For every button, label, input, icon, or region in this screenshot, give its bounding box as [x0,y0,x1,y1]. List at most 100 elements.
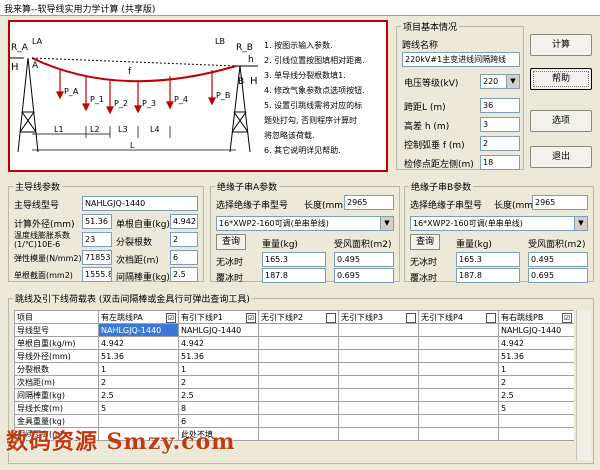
table-cell[interactable] [258,401,339,415]
table-cell[interactable]: 51.36 [498,349,574,363]
insulator-a-select[interactable]: 16*XWP2-160可调(单串单线) ▼ [216,216,394,231]
insulator-b-ice-wind[interactable]: 0.695 [528,268,588,283]
spacer-input[interactable]: 2.5 [170,267,198,282]
table-cell[interactable] [418,336,499,350]
table-cell[interactable] [418,401,499,415]
exit-button[interactable]: 退出 [530,146,592,168]
diameter-input[interactable]: 51.36 [82,214,112,229]
table-header-cell[interactable]: 无引下线P3 [338,310,419,324]
chevron-down-icon[interactable]: ▼ [380,217,393,230]
table-cell[interactable] [338,375,419,389]
table-header-cell[interactable]: 无引下线P4 [418,310,499,324]
table-header-cell[interactable]: 无引下线P2 [258,310,339,324]
table-cell[interactable]: 1 [178,362,259,376]
checkbox[interactable]: ☑ [166,312,176,323]
table-cell[interactable]: 1 [98,362,179,376]
table-cell[interactable]: 2.5 [498,388,574,402]
conductor-model-input[interactable]: NAHLGJQ-1440 [82,196,198,211]
table-cell[interactable]: 8 [178,401,259,415]
checkbox[interactable] [326,312,336,323]
insulator-a-query-button[interactable]: 查询 [216,234,246,250]
table-cell[interactable]: 2 [98,375,179,389]
span-name-input[interactable]: 220kV#1主变进线间隔跨线 [402,52,520,67]
table-cell[interactable] [338,427,419,441]
table-cell[interactable]: 2 [178,375,259,389]
check-point-input[interactable]: 18 [480,155,520,170]
split-input[interactable]: 2 [170,232,198,247]
table-cell[interactable] [258,362,339,376]
insulator-b-select[interactable]: 16*XWP2-160可调(单串单线) ▼ [410,216,588,231]
table-cell[interactable]: NAHLGJQ-1440 [98,323,179,337]
insulator-b-ice-weight[interactable]: 187.8 [456,268,520,283]
area-input[interactable]: 1555.8 [82,267,112,282]
table-cell[interactable] [498,414,574,428]
table-cell[interactable] [418,362,499,376]
height-input[interactable]: 3 [480,117,520,132]
voltage-select[interactable]: 220 ▼ [480,74,520,89]
table-cell[interactable] [418,388,499,402]
table-cell[interactable]: 51.36 [98,349,179,363]
table-cell[interactable]: NAHLGJQ-1440 [178,323,259,337]
table-cell[interactable] [418,414,499,428]
table-cell[interactable] [498,427,574,441]
table-cell[interactable] [338,336,419,350]
table-cell[interactable] [258,375,339,389]
table-cell[interactable]: 1 [498,362,574,376]
table-cell[interactable] [338,362,419,376]
table-cell[interactable] [338,323,419,337]
checkbox[interactable] [486,312,496,323]
sag-input[interactable]: 2 [480,136,520,151]
insulator-b-query-button[interactable]: 查询 [410,234,440,250]
insulator-a-no-ice-wind[interactable]: 0.495 [334,252,394,267]
span-input[interactable]: 36 [480,98,520,113]
table-cell[interactable] [338,349,419,363]
table-cell[interactable] [258,323,339,337]
calculate-button[interactable]: 计算 [530,34,592,56]
table-cell[interactable]: 4.942 [498,336,574,350]
checkbox[interactable]: ☑ [562,312,572,323]
table-cell[interactable]: 4.942 [98,336,179,350]
table-cell[interactable] [338,388,419,402]
thermal-input[interactable]: 23 [82,232,112,247]
table-cell[interactable]: 2.5 [98,388,179,402]
subspan-input[interactable]: 6 [170,250,198,265]
modulus-input[interactable]: 71853 [82,250,112,265]
insulator-a-ice-weight[interactable]: 187.8 [262,268,326,283]
table-cell[interactable]: 4.942 [178,336,259,350]
table-cell[interactable] [338,414,419,428]
table-cell[interactable]: 2 [498,375,574,389]
table-cell[interactable]: NAHLGJQ-1440 [498,323,574,337]
table-cell[interactable] [418,349,499,363]
table-cell[interactable]: 51.36 [178,349,259,363]
table-header-cell[interactable]: 有左跳线PA ☑ [98,310,179,324]
insulator-b-no-ice-weight[interactable]: 165.3 [456,252,520,267]
table-cell[interactable] [418,427,499,441]
chevron-down-icon[interactable]: ▼ [574,217,587,230]
table-header-cell[interactable]: 有引下线P1 ☑ [178,310,259,324]
table-cell[interactable] [258,336,339,350]
help-button[interactable]: 帮助 [530,68,592,90]
chevron-down-icon[interactable]: ▼ [506,75,519,88]
insulator-b-length-input[interactable]: 2965 [532,195,588,210]
checkbox[interactable]: ☑ [246,312,256,323]
table-cell[interactable] [338,401,419,415]
insulator-a-ice-wind[interactable]: 0.695 [334,268,394,283]
checkbox[interactable] [406,312,416,323]
table-cell[interactable] [258,414,339,428]
table-scrollbar[interactable] [576,310,591,460]
table-cell[interactable] [258,388,339,402]
options-button[interactable]: 选项 [530,110,592,132]
table-header-cell[interactable]: 有右跳线PB ☑ [498,310,574,324]
table-cell[interactable]: 2.5 [178,388,259,402]
table-cell[interactable] [418,375,499,389]
insulator-b-no-ice-wind[interactable]: 0.495 [528,252,588,267]
table-cell[interactable] [258,427,339,441]
table-cell[interactable] [418,323,499,337]
insulator-a-length-input[interactable]: 2965 [344,195,394,210]
table-cell[interactable] [258,349,339,363]
weight-input[interactable]: 4.942 [170,214,198,229]
table-cell[interactable]: 5 [498,401,574,415]
table-cell[interactable]: 5 [98,401,179,415]
insulator-b-model-label: 选择绝缘子串型号 [410,201,483,211]
insulator-a-no-ice-weight[interactable]: 165.3 [262,252,326,267]
